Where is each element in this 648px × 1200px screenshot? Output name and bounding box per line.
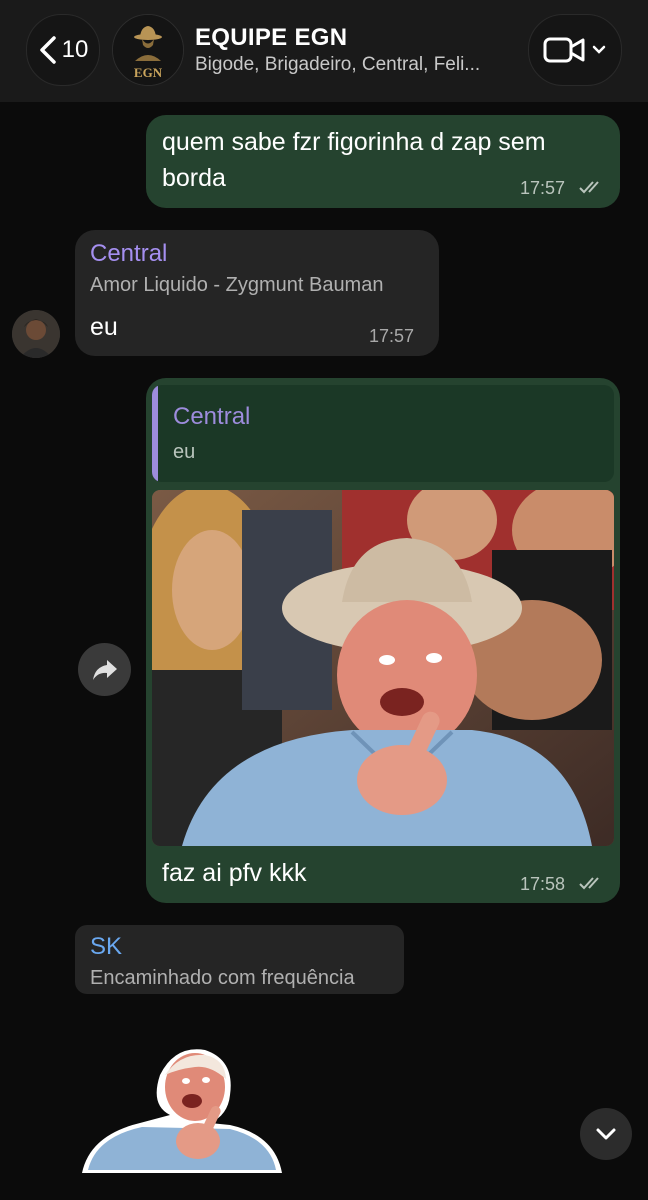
- person-photo: [12, 310, 60, 358]
- message-time: 17:57: [520, 178, 566, 198]
- incoming-message[interactable]: Central Amor Liquido - Zygmunt Bauman eu…: [75, 230, 439, 356]
- double-check-icon: [579, 877, 599, 890]
- chevron-down-icon: [596, 1128, 616, 1140]
- quote-text: eu: [173, 441, 196, 463]
- chevron-down-icon: [592, 45, 606, 54]
- share-arrow-icon: [92, 659, 117, 680]
- unread-count: 10: [61, 36, 89, 63]
- group-members[interactable]: Bigode, Brigadeiro, Central, Feli...: [195, 54, 480, 76]
- video-camera-icon: [543, 37, 585, 63]
- message-text: eu: [90, 313, 118, 341]
- sender-name[interactable]: Central: [90, 240, 167, 268]
- cowboy-meme-photo: [152, 490, 614, 846]
- chat-header: 10 EGN EQUIPE EGN Bigode, Brigadeiro, Ce…: [0, 0, 648, 102]
- forwarded-label: Encaminhado com frequência: [90, 967, 355, 989]
- back-button[interactable]: 10: [26, 14, 100, 86]
- group-title[interactable]: EQUIPE EGN: [195, 24, 347, 52]
- quote-accent-bar: [152, 385, 158, 482]
- photo-attachment[interactable]: [152, 490, 614, 846]
- outgoing-message[interactable]: quem sabe fzr figorinha d zap sem borda …: [146, 115, 620, 208]
- message-time: 17:57: [369, 326, 415, 346]
- group-avatar[interactable]: EGN: [112, 14, 184, 86]
- hat-figure-icon: EGN: [113, 15, 183, 85]
- group-logo-text: EGN: [134, 65, 163, 80]
- message-text-line1: quem sabe fzr figorinha d zap sem: [162, 128, 546, 156]
- chevron-left-icon: [39, 36, 56, 64]
- forward-button[interactable]: [78, 643, 131, 696]
- scroll-to-bottom-button[interactable]: [580, 1108, 632, 1160]
- avatar[interactable]: [12, 310, 60, 358]
- double-check-icon: [579, 181, 599, 194]
- message-time: 17:58: [520, 874, 566, 894]
- sender-status: Amor Liquido - Zygmunt Bauman: [90, 274, 384, 296]
- sender-name[interactable]: SK: [90, 933, 122, 961]
- quote-sender: Central: [173, 403, 251, 430]
- message-text-line2: borda: [162, 164, 226, 192]
- video-call-button[interactable]: [528, 14, 622, 86]
- forwarded-header[interactable]: SK Encaminhado com frequência: [75, 925, 404, 994]
- sticker[interactable]: [80, 1045, 285, 1175]
- quoted-message[interactable]: Central eu: [152, 385, 614, 482]
- photo-caption: faz ai pfv kkk: [162, 859, 307, 887]
